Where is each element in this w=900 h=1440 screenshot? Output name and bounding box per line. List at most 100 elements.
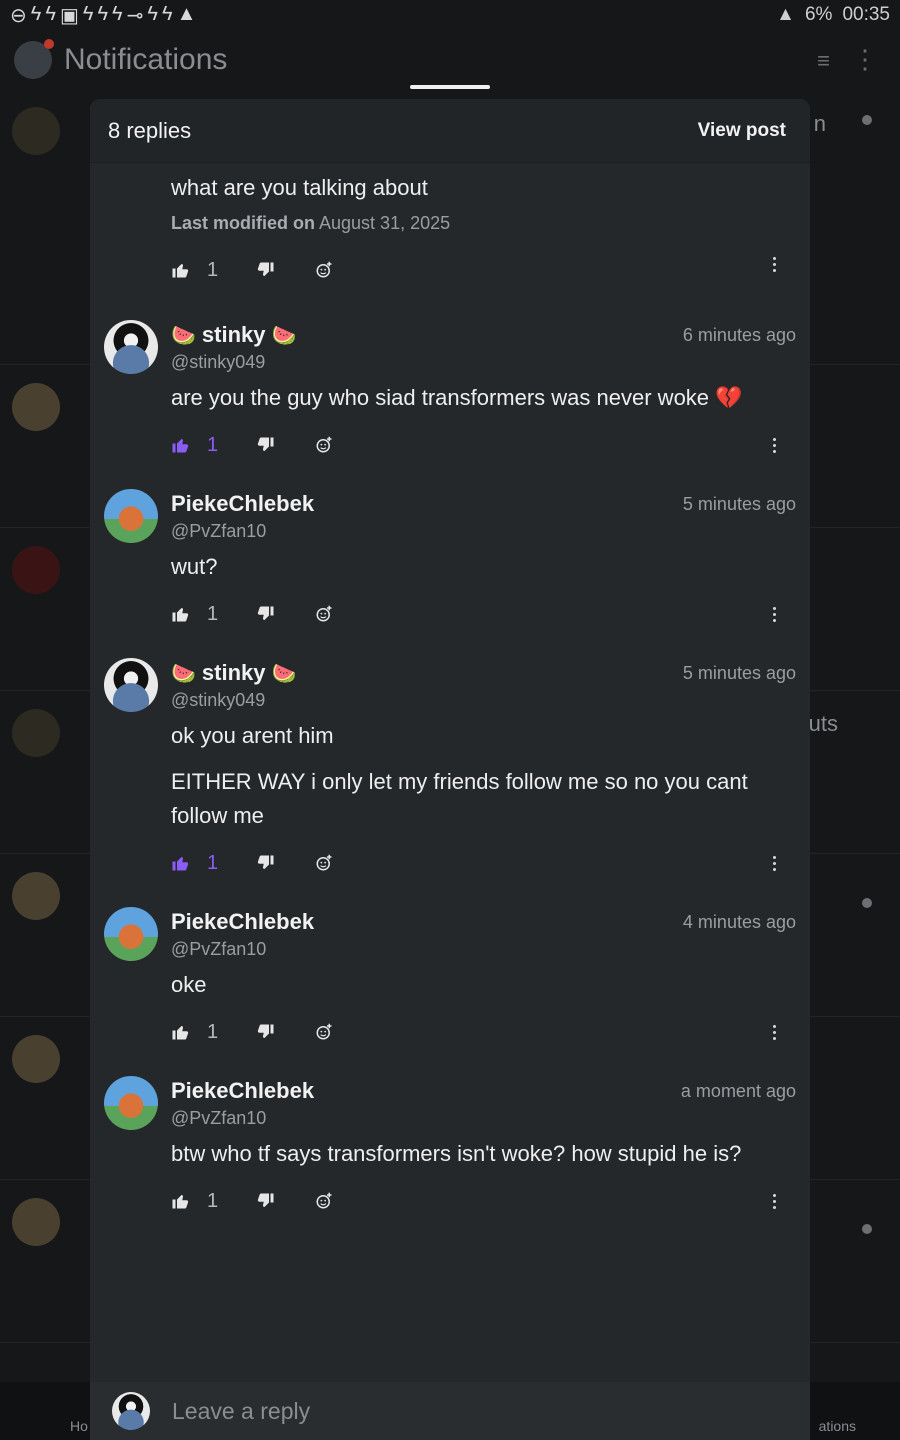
dislike-button[interactable] — [257, 854, 275, 872]
thumbs-down-icon — [257, 1024, 274, 1038]
author-name-text: stinky — [201, 660, 266, 685]
author-handle[interactable]: @stinky049 — [171, 690, 796, 711]
more-options-icon[interactable] — [764, 1022, 784, 1042]
sheet-drag-handle[interactable] — [410, 85, 490, 89]
modified-label: Last modified on — [171, 213, 315, 233]
more-options-icon[interactable] — [764, 853, 784, 873]
watermelon-icon: 🍉 — [171, 324, 196, 347]
status-notification-icon: ϟ — [45, 2, 56, 25]
add-reaction-button[interactable] — [315, 854, 333, 872]
reply-text: btw who tf says transformers isn't woke?… — [171, 1141, 742, 1166]
like-button[interactable] — [171, 261, 189, 279]
author-name[interactable]: PiekeChlebek — [171, 1078, 314, 1104]
reply-text: EITHER WAY i only let my friends follow … — [171, 769, 748, 828]
side-fragment: uts — [808, 711, 838, 736]
like-button[interactable] — [171, 854, 189, 872]
avatar[interactable] — [104, 320, 158, 374]
author-handle[interactable]: @PvZfan10 — [171, 521, 796, 542]
author-name[interactable]: PiekeChlebek — [171, 909, 314, 935]
status-notification-icon: ϟ — [112, 2, 123, 25]
author-handle[interactable]: @PvZfan10 — [171, 939, 796, 960]
thumbs-down-icon — [257, 606, 274, 620]
dislike-button[interactable] — [257, 261, 275, 279]
reply-timestamp: 5 minutes ago — [682, 662, 796, 683]
add-reaction-icon — [316, 605, 332, 622]
dislike-button[interactable] — [257, 605, 275, 623]
status-notification-icon: ϟ — [162, 2, 173, 25]
reply-item: what are you talking about Last modified… — [90, 163, 810, 306]
dislike-button[interactable] — [257, 436, 275, 454]
avatar — [12, 1035, 60, 1083]
replies-sheet: 8 replies View post what are you talking… — [90, 99, 810, 1440]
avatar[interactable] — [104, 658, 158, 712]
add-reaction-button[interactable] — [315, 1023, 333, 1041]
more-options-icon[interactable] — [764, 435, 784, 455]
like-button[interactable] — [171, 436, 189, 454]
author-name-text: PiekeChlebek — [171, 909, 315, 934]
thumbs-up-icon — [172, 1026, 189, 1040]
dislike-button[interactable] — [257, 1023, 275, 1041]
add-reaction-button[interactable] — [315, 436, 333, 454]
add-reaction-button[interactable] — [315, 261, 333, 279]
sheet-header: 8 replies View post — [90, 99, 810, 163]
avatar — [12, 546, 60, 594]
more-options-icon[interactable] — [764, 604, 784, 624]
reply-timestamp: 4 minutes ago — [682, 911, 796, 932]
more-options-icon[interactable] — [764, 254, 784, 274]
avatar — [12, 709, 60, 757]
like-count: 1 — [207, 602, 219, 625]
like-button[interactable] — [171, 605, 189, 623]
status-notification-icon: ▲ — [176, 2, 197, 25]
view-post-button[interactable]: View post — [698, 120, 786, 142]
reply-item: PiekeChlebek a moment ago @PvZfan10 btw … — [90, 1062, 810, 1231]
author-name[interactable]: 🍉 stinky 🍉 — [171, 660, 296, 686]
add-reaction-icon — [316, 854, 332, 871]
author-name[interactable]: 🍉 stinky 🍉 — [171, 322, 296, 348]
more-options-icon[interactable] — [764, 1191, 784, 1211]
reply-timestamp: 5 minutes ago — [682, 493, 796, 514]
status-notification-icon: ⊸ — [126, 4, 144, 27]
author-name[interactable]: PiekeChlebek — [171, 491, 314, 517]
dislike-button[interactable] — [257, 1192, 275, 1210]
add-reaction-button[interactable] — [315, 1192, 333, 1210]
avatar[interactable] — [104, 907, 158, 961]
reply-text: what are you talking about — [171, 175, 428, 200]
battery-level: 6% — [804, 4, 833, 25]
notification-icons: ⊖ ϟ ϟ ▣ ϟ ϟ ϟ ⊸ ϟ ϟ ▲ — [10, 3, 196, 28]
author-handle[interactable]: @PvZfan10 — [171, 1108, 796, 1129]
author-handle[interactable]: @stinky049 — [171, 352, 796, 373]
reply-input[interactable] — [172, 1397, 732, 1425]
status-notification-icon: ▣ — [59, 4, 79, 27]
side-fragment: n — [813, 111, 826, 136]
avatar — [112, 1392, 150, 1430]
add-reaction-button[interactable] — [315, 605, 333, 623]
reply-timestamp: 6 minutes ago — [682, 324, 796, 345]
like-button[interactable] — [171, 1023, 189, 1041]
reply-text: wut? — [171, 554, 218, 579]
reply-text: oke — [171, 972, 207, 997]
thumbs-up-icon — [172, 264, 189, 278]
modified-date: August 31, 2025 — [319, 213, 451, 233]
filter-icon[interactable]: ≡ — [817, 48, 830, 74]
reply-item: 🍉 stinky 🍉 5 minutes ago @stinky049 ok y… — [90, 644, 810, 893]
like-button[interactable] — [171, 1192, 189, 1210]
reply-item: 🍉 stinky 🍉 6 minutes ago @stinky049 are … — [90, 306, 810, 475]
add-reaction-icon — [316, 261, 332, 278]
thumbs-up-icon — [172, 1195, 189, 1209]
author-name-text: PiekeChlebek — [171, 1078, 315, 1103]
status-bar: ⊖ ϟ ϟ ▣ ϟ ϟ ϟ ⊸ ϟ ϟ ▲ ▲ 6% 00:35 — [0, 0, 900, 30]
avatar[interactable] — [104, 489, 158, 543]
unread-dot — [862, 898, 872, 908]
nav-notifications-label[interactable]: ations — [819, 1418, 856, 1434]
more-icon[interactable]: ⋮ — [852, 44, 878, 75]
page-title: Notifications — [64, 43, 228, 76]
avatar — [12, 107, 60, 155]
like-count: 1 — [207, 1189, 219, 1212]
nav-home-label[interactable]: Ho — [70, 1418, 88, 1434]
reply-actions: 1 — [171, 833, 796, 893]
avatar — [12, 1198, 60, 1246]
reply-actions: 1 — [171, 584, 796, 644]
reply-input-bar — [90, 1382, 810, 1440]
avatar[interactable] — [14, 39, 54, 79]
avatar[interactable] — [104, 1076, 158, 1130]
